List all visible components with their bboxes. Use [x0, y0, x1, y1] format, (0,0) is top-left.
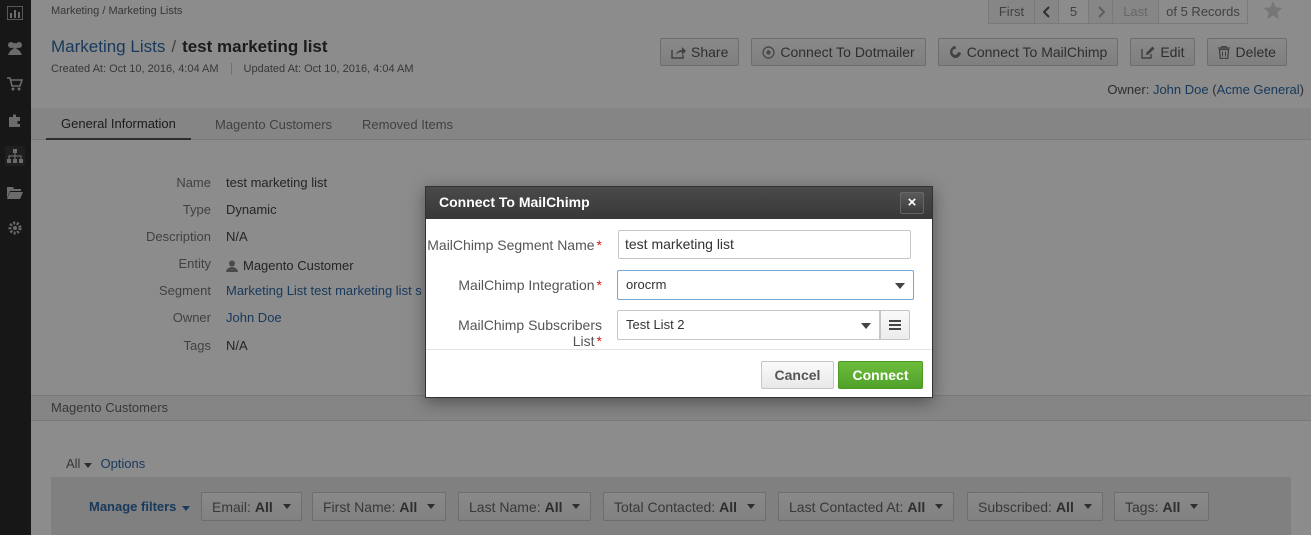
segment-name-input[interactable]: test marketing list: [618, 230, 911, 259]
cancel-button[interactable]: Cancel: [761, 361, 834, 389]
integration-select[interactable]: orocrm: [617, 270, 914, 300]
subscribers-list-select[interactable]: Test List 2: [617, 310, 880, 340]
dialog-footer: Cancel Connect: [426, 349, 932, 397]
list-menu-icon[interactable]: [880, 310, 910, 340]
subscribers-list-label: MailChimp Subscribers List *: [458, 317, 602, 349]
segment-name-label: MailChimp Segment Name *: [427, 237, 602, 253]
connect-button[interactable]: Connect: [838, 361, 923, 389]
connect-mailchimp-dialog: Connect To MailChimp × MailChimp Segment…: [425, 186, 933, 398]
close-icon[interactable]: ×: [900, 192, 924, 214]
integration-label: MailChimp Integration *: [458, 277, 602, 293]
chevron-down-icon: [895, 283, 905, 289]
chevron-down-icon: [861, 323, 871, 329]
dialog-header: Connect To MailChimp ×: [426, 187, 932, 219]
dialog-title: Connect To MailChimp: [439, 194, 590, 210]
